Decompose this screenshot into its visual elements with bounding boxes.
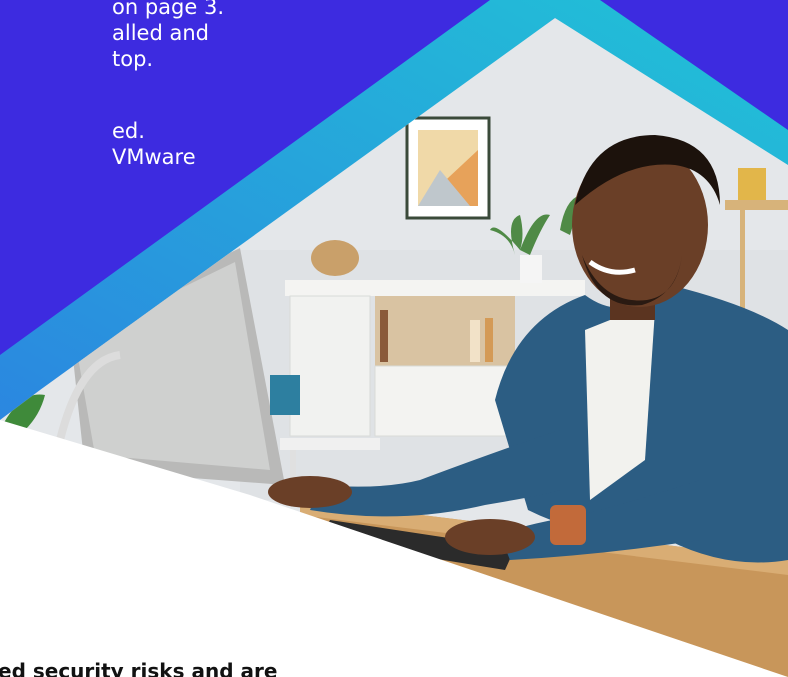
heading-text: ed security risks and are [0,659,278,677]
body-text-line: alled and [112,21,209,45]
body-text-line: top. [112,47,154,71]
hero-illustration [0,0,788,677]
document-page: on page 3. alled and top. ed. VMware ed … [0,0,788,677]
body-text-line: ed. [112,119,145,143]
body-text-line: VMware [112,145,196,169]
body-text-line: on page 3. [112,0,224,19]
